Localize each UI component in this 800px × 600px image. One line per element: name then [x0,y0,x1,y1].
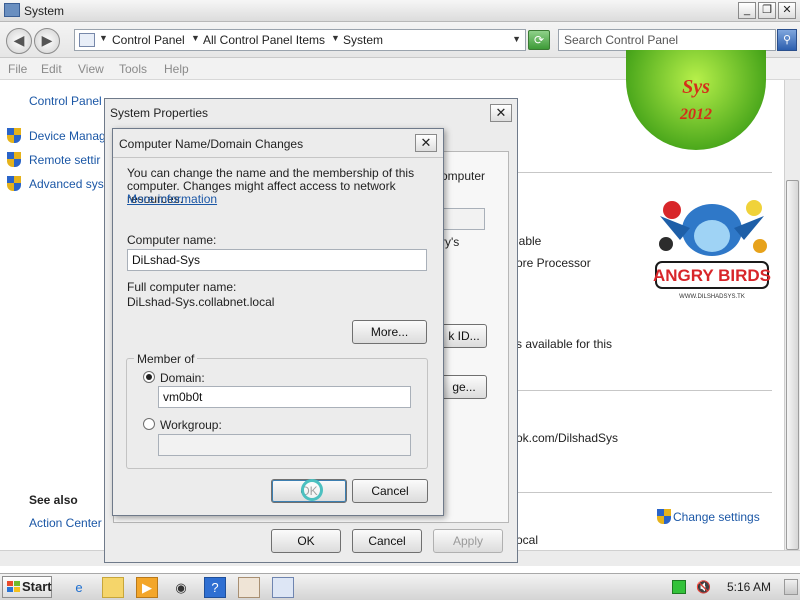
system-window-icon [4,3,20,17]
full-computer-name-value: DiLshad-Sys.collabnet.local [127,295,275,309]
oem-logo: Sys 2012 [626,50,766,150]
domain-label: Domain: [160,371,205,385]
close-icon[interactable]: ✕ [490,104,512,122]
media-player-icon[interactable]: ▶ [136,577,158,598]
remote-settings-link[interactable]: Remote settir [29,153,100,167]
menu-file[interactable]: File [8,62,27,76]
angry-birds-logo: ANGRY BIRDS WWW.DILSHADSYS.TK [653,200,771,300]
processor-fragment: ore Processor [516,256,591,270]
start-button[interactable]: Start [2,576,52,598]
system-info-fragment: lable [516,234,542,248]
see-also-heading: See also [29,493,78,507]
full-computer-name-label: Full computer name: [127,280,237,294]
menu-help[interactable]: Help [164,62,189,76]
more-button[interactable]: More... [352,320,427,344]
internet-explorer-icon[interactable]: e [68,577,90,598]
domain-changes-title: Computer Name/Domain Changes [119,137,304,151]
more-information-link[interactable]: More information [127,192,217,206]
taskbar: Start e ▶ ◉ ? 🔇 5:16 AM [0,573,800,600]
back-button[interactable]: ◀ [6,28,32,54]
section-divider [516,492,772,493]
domain-field[interactable]: vm0b0t [158,386,411,408]
computer-name-field[interactable]: DiLshad-Sys [127,249,427,271]
system-properties-title: System Properties [110,106,209,120]
show-desktop-button[interactable] [784,579,798,595]
close-icon[interactable]: ✕ [415,134,437,152]
member-of-label: Member of [134,352,198,366]
window-title: System [24,4,65,18]
system-window-taskbar-icon[interactable] [272,577,294,598]
logo-year: 2012 [680,106,712,123]
computer-name-label: Computer name: [127,233,217,247]
left-navigation-pane: Control Panel Device Manag Remote settir… [0,80,110,550]
address-bar[interactable]: ▼ Control Panel ▼ All Control Panel Item… [74,29,526,51]
breadcrumb-all-items[interactable]: All Control Panel Items [203,33,325,47]
workgroup-radio[interactable] [143,418,155,430]
domain-changes-dialog: Computer Name/Domain Changes ✕ You can c… [112,128,444,516]
shield-icon [7,128,21,143]
windows-flag-icon [7,581,20,593]
scrollbar-thumb[interactable] [786,180,799,550]
chevron-down-icon[interactable]: ▼ [512,34,521,44]
workgroup-label: Workgroup: [160,418,222,432]
network-icon[interactable] [672,580,686,594]
menu-view[interactable]: View [78,62,104,76]
system-properties-cancel-button[interactable]: Cancel [352,529,422,553]
help-icon[interactable]: ? [204,577,226,598]
close-window-button[interactable]: ✕ [778,2,796,19]
start-label: Start [22,579,52,594]
shield-icon [7,176,21,191]
device-manager-link[interactable]: Device Manag [29,129,106,143]
mouse-cursor-highlight [301,479,323,501]
minimize-button[interactable]: _ [738,2,756,19]
support-url-fragment: ok.com/DilshadSys [516,431,619,445]
search-input[interactable]: Search Control Panel [558,29,776,51]
forward-button[interactable]: ▶ [34,28,60,54]
system-properties-apply-button[interactable]: Apply [433,529,503,553]
folder-icon[interactable] [102,577,124,598]
shield-icon [7,152,21,167]
menu-edit[interactable]: Edit [41,62,62,76]
refresh-button[interactable]: ⟳ [528,30,550,50]
workgroup-field[interactable] [158,434,411,456]
svg-text:WWW.DILSHADSYS.TK: WWW.DILSHADSYS.TK [679,294,745,300]
menu-tools[interactable]: Tools [119,62,147,76]
search-icon[interactable]: ⚲ [777,29,797,51]
section-divider [516,390,772,391]
change-button[interactable]: ge... [441,375,487,399]
logo-text: Sys [682,76,710,98]
change-settings-link[interactable]: Change settings [673,510,760,524]
computer-description-fragment: omputer [441,169,486,183]
domain-radio[interactable] [143,371,155,383]
maximize-button[interactable]: ❐ [758,2,776,19]
svg-text:ANGRY BIRDS: ANGRY BIRDS [653,266,771,285]
breadcrumb-system[interactable]: System [343,33,383,47]
control-panel-home-link[interactable]: Control Panel [29,94,102,108]
network-id-button[interactable]: k ID... [441,324,487,348]
paint-icon[interactable] [238,577,260,598]
breadcrumb-control-panel[interactable]: Control Panel [112,33,185,47]
advanced-system-settings-link[interactable]: Advanced sys [29,177,104,191]
shield-icon [657,509,671,524]
window-titlebar: System _ ❐ ✕ [0,0,800,22]
action-center-link[interactable]: Action Center [29,516,102,530]
domain-cancel-button[interactable]: Cancel [352,479,428,503]
domain-fragment: ocal [516,533,539,547]
title-divider [113,157,443,158]
control-panel-icon [79,33,95,47]
section-divider [516,172,772,173]
pen-touch-fragment: s available for this [516,337,613,351]
chevron-right-icon[interactable]: ▼ [99,33,108,43]
chevron-right-icon[interactable]: ▼ [191,33,200,43]
app-icon[interactable]: ◉ [170,577,192,598]
taskbar-clock[interactable]: 5:16 AM [727,580,771,594]
chevron-right-icon[interactable]: ▼ [331,33,340,43]
volume-muted-icon[interactable]: 🔇 [696,580,711,594]
system-properties-ok-button[interactable]: OK [271,529,341,553]
computer-description-field[interactable] [441,208,485,230]
vertical-scrollbar[interactable] [784,80,800,550]
